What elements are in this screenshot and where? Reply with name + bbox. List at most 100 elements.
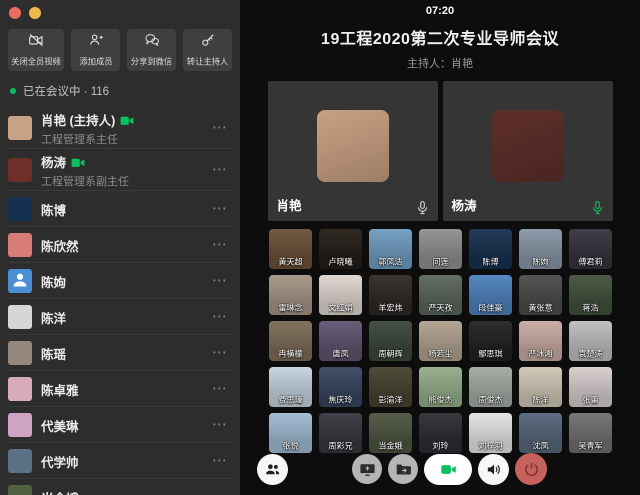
attendee-name: 雷琳念 [271, 302, 310, 314]
attendee-tile[interactable]: 严天孜 [419, 275, 462, 315]
more-options-icon[interactable]: ⋯ [212, 240, 228, 250]
participant-row[interactable]: 陈卓雅⋯ [0, 371, 240, 407]
attendee-name: 文红娟 [321, 302, 360, 314]
participant-info: 杨涛工程管理系副主任 [41, 152, 212, 189]
participant-name: 肖艳 (主持人) [41, 110, 115, 129]
share-file-button[interactable] [388, 454, 418, 484]
featured-name: 肖艳 [277, 195, 302, 214]
window-controls [0, 0, 240, 25]
attendee-tile[interactable]: 焦庆玲 [319, 367, 362, 407]
attendee-tile[interactable]: 严冰湘 [519, 321, 562, 361]
participant-row[interactable]: 当金娥⋯ [0, 479, 240, 495]
key-icon [200, 32, 216, 51]
participant-row[interactable]: 杨涛工程管理系副主任⋯ [0, 149, 240, 191]
participant-row[interactable]: 陈洋 ⋯ [0, 299, 240, 335]
participant-name: 代美琳 [41, 416, 79, 435]
meeting-title: 19工程2020第二次专业导师会议 [321, 25, 559, 49]
attendee-name: 周彩兄 [321, 440, 360, 452]
more-options-icon[interactable]: ⋯ [212, 123, 228, 133]
attendee-name: 蒋浩 [571, 302, 610, 314]
attendee-tile[interactable]: 文红娟 [319, 275, 362, 315]
featured-video-tile[interactable]: 杨涛 [443, 81, 613, 221]
participant-row[interactable]: 陈博⋯ [0, 191, 240, 227]
attendee-tile[interactable]: 熊俊杰 [419, 367, 462, 407]
attendee-name: 周俊杰 [471, 394, 510, 406]
attendee-tile[interactable]: 彭渝洋 [369, 367, 412, 407]
participant-info: 肖艳 (主持人)工程管理系主任 [41, 110, 212, 147]
more-options-icon[interactable]: ⋯ [212, 204, 228, 214]
participant-row[interactable]: 代学帅⋯ [0, 443, 240, 479]
participant-row[interactable]: 代美琳 ⋯ [0, 407, 240, 443]
attendee-tile[interactable]: 杨若尘 [419, 321, 462, 361]
attendee-tile[interactable]: 黄张意 [519, 275, 562, 315]
attendee-tile[interactable]: 郭凤洁 [369, 229, 412, 269]
add-member-button[interactable]: 添加成员 [71, 29, 120, 71]
attendee-tile[interactable]: 段佳豪 [469, 275, 512, 315]
attendee-tile[interactable]: 陈姁 [519, 229, 562, 269]
participant-name: 陈瑶 [41, 344, 66, 363]
participant-name: 陈洋 [41, 308, 66, 327]
more-options-icon[interactable]: ⋯ [212, 420, 228, 430]
attendee-tile[interactable]: 黄天超 [269, 229, 312, 269]
person-icon [11, 270, 29, 293]
attendee-tile[interactable]: 唐凤 [319, 321, 362, 361]
close-all-video-button[interactable]: 关闭全员视频 [8, 29, 64, 71]
transfer-host-button[interactable]: 转让主持人 [183, 29, 232, 71]
attendee-tile[interactable]: 沈凤 [519, 413, 562, 453]
participant-row[interactable]: 肖艳 (主持人)工程管理系主任⋯ [0, 107, 240, 149]
participant-list[interactable]: 肖艳 (主持人)工程管理系主任⋯杨涛工程管理系副主任⋯陈博⋯陈欣然⋯陈姁⋯陈洋⋯… [0, 107, 240, 495]
attendee-name: 鄢思琪 [471, 348, 510, 360]
more-options-icon[interactable]: ⋯ [212, 348, 228, 358]
attendee-name: 卢晓曦 [321, 256, 360, 268]
attendee-tile[interactable]: 冉横檬 [269, 321, 312, 361]
attendee-tile[interactable]: 傅君莉 [569, 229, 612, 269]
participant-avatar [8, 341, 32, 365]
more-options-icon[interactable]: ⋯ [212, 312, 228, 322]
attendee-tile[interactable]: 刘玲 [419, 413, 462, 453]
camera-icon [440, 461, 457, 478]
attendee-name: 黄天超 [271, 256, 310, 268]
attendee-tile[interactable]: 陈博 [469, 229, 512, 269]
attendee-tile[interactable]: 蒋浩 [569, 275, 612, 315]
mic-icon [415, 200, 430, 215]
attendee-name: 周朝辉 [371, 348, 410, 360]
attendee-tile[interactable]: 周俊杰 [469, 367, 512, 407]
participant-info: 陈洋 [41, 308, 212, 327]
attendee-tile[interactable]: 当金娥 [369, 413, 412, 453]
more-options-icon[interactable]: ⋯ [212, 276, 228, 286]
participant-avatar [8, 233, 32, 257]
attendee-tile[interactable]: 雷琳念 [269, 275, 312, 315]
participant-info: 代学帅 [41, 452, 212, 471]
attendee-tile[interactable]: 羊宏炜 [369, 275, 412, 315]
share-to-wechat-button[interactable]: 分享到微信 [127, 29, 176, 71]
camera-toggle-button[interactable] [424, 454, 472, 485]
attendee-tile[interactable]: 鄢思琪 [469, 321, 512, 361]
participants-button[interactable] [257, 454, 288, 485]
more-options-icon[interactable]: ⋯ [212, 456, 228, 466]
power-icon [523, 461, 540, 478]
participant-avatar [8, 413, 32, 437]
speaker-button[interactable] [478, 454, 509, 485]
attendee-tile[interactable]: 袁楚涛 [569, 321, 612, 361]
minimize-window-button[interactable] [29, 7, 41, 19]
participant-row[interactable]: 陈姁⋯ [0, 263, 240, 299]
attendee-tile[interactable]: 卢晓曦 [319, 229, 362, 269]
featured-video-tile[interactable]: 肖艳 [268, 81, 438, 221]
attendee-tile[interactable]: 刘梓羽 [469, 413, 512, 453]
more-options-icon[interactable]: ⋯ [212, 165, 228, 175]
attendee-tile[interactable]: 吴青军 [569, 413, 612, 453]
attendee-tile[interactable]: 周彩兄 [319, 413, 362, 453]
participant-row[interactable]: 陈欣然⋯ [0, 227, 240, 263]
attendee-tile[interactable]: 张悦 [269, 413, 312, 453]
attendee-tile[interactable]: 费思瑾 [269, 367, 312, 407]
attendee-tile[interactable]: 陈洋 [519, 367, 562, 407]
attendee-tile[interactable]: 张蕾 [569, 367, 612, 407]
participant-row[interactable]: 陈瑶 ⋯ [0, 335, 240, 371]
screen-share-button[interactable] [352, 454, 382, 484]
close-window-button[interactable] [9, 7, 21, 19]
more-options-icon[interactable]: ⋯ [212, 384, 228, 394]
attendee-tile[interactable]: 周朝辉 [369, 321, 412, 361]
participant-avatar [8, 485, 32, 495]
attendee-tile[interactable]: 问莲 [419, 229, 462, 269]
end-meeting-button[interactable] [515, 453, 547, 485]
